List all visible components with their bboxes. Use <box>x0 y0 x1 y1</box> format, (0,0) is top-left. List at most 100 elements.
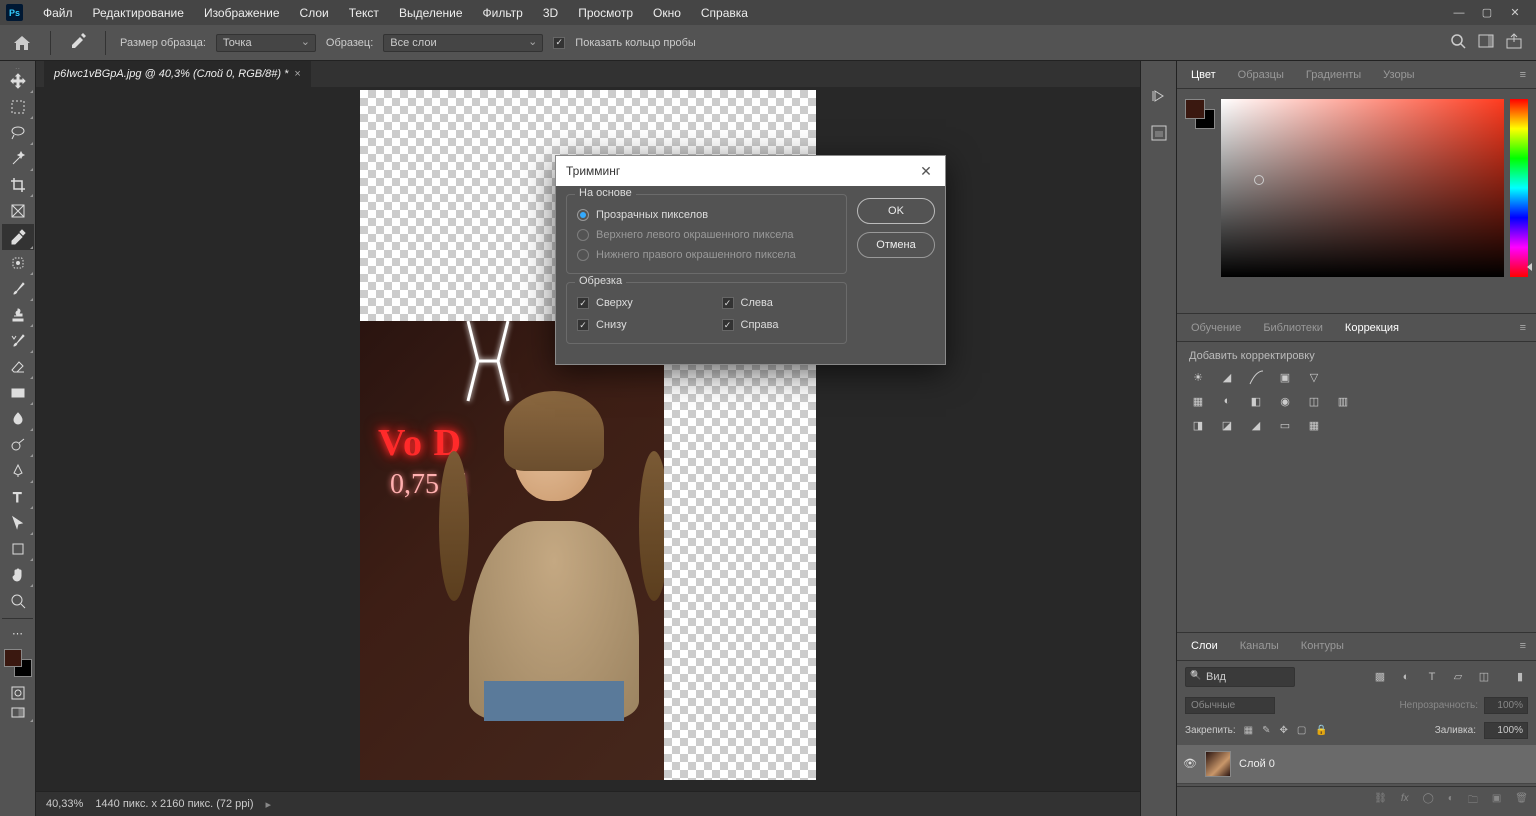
search-icon[interactable] <box>1450 33 1466 52</box>
wand-tool[interactable] <box>2 146 34 172</box>
sample-size-dropdown[interactable]: Точка <box>216 34 316 52</box>
tab-swatches[interactable]: Образцы <box>1228 64 1294 86</box>
dialog-titlebar[interactable]: Тримминг ✕ <box>556 156 945 186</box>
menu-3d[interactable]: 3D <box>533 2 568 24</box>
tab-paths[interactable]: Контуры <box>1291 635 1354 657</box>
crop-tool[interactable] <box>2 172 34 198</box>
menu-window[interactable]: Окно <box>643 2 691 24</box>
filter-smart-icon[interactable]: ◫ <box>1476 669 1492 685</box>
quickmask-icon[interactable] <box>2 683 34 703</box>
color-swatch-pair[interactable] <box>1185 99 1215 129</box>
colorlookup-icon[interactable]: ▥ <box>1334 392 1352 410</box>
eyedropper-tool[interactable] <box>2 224 34 250</box>
curves-icon[interactable] <box>1247 368 1265 386</box>
layer-mask-icon[interactable]: ◯ <box>1423 793 1434 810</box>
shape-tool[interactable] <box>2 536 34 562</box>
hue-icon[interactable]: ▦ <box>1189 392 1207 410</box>
menu-filter[interactable]: Фильтр <box>473 2 533 24</box>
frame-tool[interactable] <box>2 198 34 224</box>
layer-item[interactable]: 👁 Слой 0 <box>1177 745 1536 783</box>
link-layers-icon[interactable]: ⛓ <box>1374 793 1387 810</box>
path-select-tool[interactable] <box>2 510 34 536</box>
blur-tool[interactable] <box>2 406 34 432</box>
blend-mode-dropdown[interactable]: Обычные <box>1185 697 1275 714</box>
share-icon[interactable] <box>1506 33 1522 52</box>
visibility-icon[interactable]: 👁 <box>1183 757 1197 770</box>
layer-thumbnail[interactable] <box>1205 751 1231 777</box>
layer-filter-dropdown[interactable]: Вид <box>1185 667 1295 687</box>
selective-icon[interactable]: ▦ <box>1305 416 1323 434</box>
filter-pixel-icon[interactable]: ▩ <box>1372 669 1388 685</box>
tab-channels[interactable]: Каналы <box>1230 635 1289 657</box>
brightness-icon[interactable]: ☀ <box>1189 368 1207 386</box>
eyedropper-tool-icon[interactable] <box>65 31 91 54</box>
posterize-icon[interactable]: ◪ <box>1218 416 1236 434</box>
color-field[interactable] <box>1221 99 1504 277</box>
menu-edit[interactable]: Редактирование <box>83 2 194 24</box>
color-swatches[interactable] <box>4 649 32 677</box>
delete-layer-icon[interactable]: 🗑 <box>1515 793 1528 810</box>
tab-learn[interactable]: Обучение <box>1181 317 1251 339</box>
eraser-tool[interactable] <box>2 354 34 380</box>
window-minimize-icon[interactable]: — <box>1452 6 1466 20</box>
panel-menu-icon[interactable]: ≡ <box>1514 69 1532 81</box>
type-tool[interactable]: T <box>2 484 34 510</box>
tab-layers[interactable]: Слои <box>1181 635 1228 657</box>
panel-menu-icon[interactable]: ≡ <box>1514 322 1532 334</box>
panel-menu-icon[interactable]: ≡ <box>1514 640 1532 652</box>
window-close-icon[interactable]: ✕ <box>1508 6 1522 20</box>
chk-right[interactable]: Справа <box>722 315 837 335</box>
document-tab[interactable]: p6Iwc1vBGpA.jpg @ 40,3% (Слой 0, RGB/8#)… <box>44 61 311 87</box>
ok-button[interactable]: OK <box>857 198 935 224</box>
lock-artboard-icon[interactable]: ▢ <box>1297 725 1306 736</box>
filter-shape-icon[interactable]: ▱ <box>1450 669 1466 685</box>
gradientmap-icon[interactable]: ▭ <box>1276 416 1294 434</box>
workspace-icon[interactable] <box>1478 33 1494 52</box>
vibrance-icon[interactable]: ▽ <box>1305 368 1323 386</box>
exposure-icon[interactable]: ▣ <box>1276 368 1294 386</box>
chk-left[interactable]: Слева <box>722 293 837 313</box>
tab-adjustments[interactable]: Коррекция <box>1335 317 1409 339</box>
filter-adjust-icon[interactable]: ◐ <box>1398 669 1414 685</box>
cancel-button[interactable]: Отмена <box>857 232 935 258</box>
menu-image[interactable]: Изображение <box>194 2 290 24</box>
move-tool[interactable] <box>2 68 34 94</box>
sample-layers-dropdown[interactable]: Все слои <box>383 34 543 52</box>
screenmode-icon[interactable] <box>2 703 34 723</box>
photofilter-icon[interactable]: ◉ <box>1276 392 1294 410</box>
menu-file[interactable]: Файл <box>33 2 83 24</box>
menu-view[interactable]: Просмотр <box>568 2 643 24</box>
dodge-tool[interactable] <box>2 432 34 458</box>
gradient-tool[interactable] <box>2 380 34 406</box>
properties-panel-icon[interactable] <box>1148 122 1170 144</box>
channelmixer-icon[interactable]: ◫ <box>1305 392 1323 410</box>
chk-bottom[interactable]: Снизу <box>577 315 692 335</box>
radio-bottomright[interactable]: Нижнего правого окрашенного пиксела <box>577 245 836 265</box>
filter-type-icon[interactable]: T <box>1424 669 1440 685</box>
tab-gradients[interactable]: Градиенты <box>1296 64 1371 86</box>
lock-pixels-icon[interactable]: ▦ <box>1244 725 1253 736</box>
fill-input[interactable]: 100% <box>1484 722 1528 739</box>
adjustment-layer-icon[interactable]: ◐ <box>1448 793 1454 810</box>
layer-fx-icon[interactable]: fx <box>1401 793 1409 810</box>
edit-toolbar-icon[interactable]: ⋯ <box>2 623 34 643</box>
lasso-tool[interactable] <box>2 120 34 146</box>
tab-patterns[interactable]: Узоры <box>1373 64 1424 86</box>
radio-topleft[interactable]: Верхнего левого окрашенного пиксела <box>577 225 836 245</box>
menu-help[interactable]: Справка <box>691 2 758 24</box>
dialog-close-icon[interactable]: ✕ <box>917 162 935 180</box>
radio-transparent[interactable]: Прозрачных пикселов <box>577 205 836 225</box>
brush-tool[interactable] <box>2 276 34 302</box>
show-ring-checkbox[interactable] <box>553 37 565 49</box>
zoom-tool[interactable] <box>2 588 34 614</box>
lock-brush-icon[interactable]: ✎ <box>1262 725 1270 736</box>
window-maximize-icon[interactable]: ▢ <box>1480 6 1494 20</box>
levels-icon[interactable]: ◢ <box>1218 368 1236 386</box>
new-layer-icon[interactable]: ▣ <box>1492 793 1501 810</box>
hue-slider[interactable] <box>1510 99 1528 277</box>
group-icon[interactable]: 🗀 <box>1468 793 1478 810</box>
tab-color[interactable]: Цвет <box>1181 64 1226 86</box>
stamp-tool[interactable] <box>2 302 34 328</box>
healing-tool[interactable] <box>2 250 34 276</box>
menu-select[interactable]: Выделение <box>389 2 473 24</box>
